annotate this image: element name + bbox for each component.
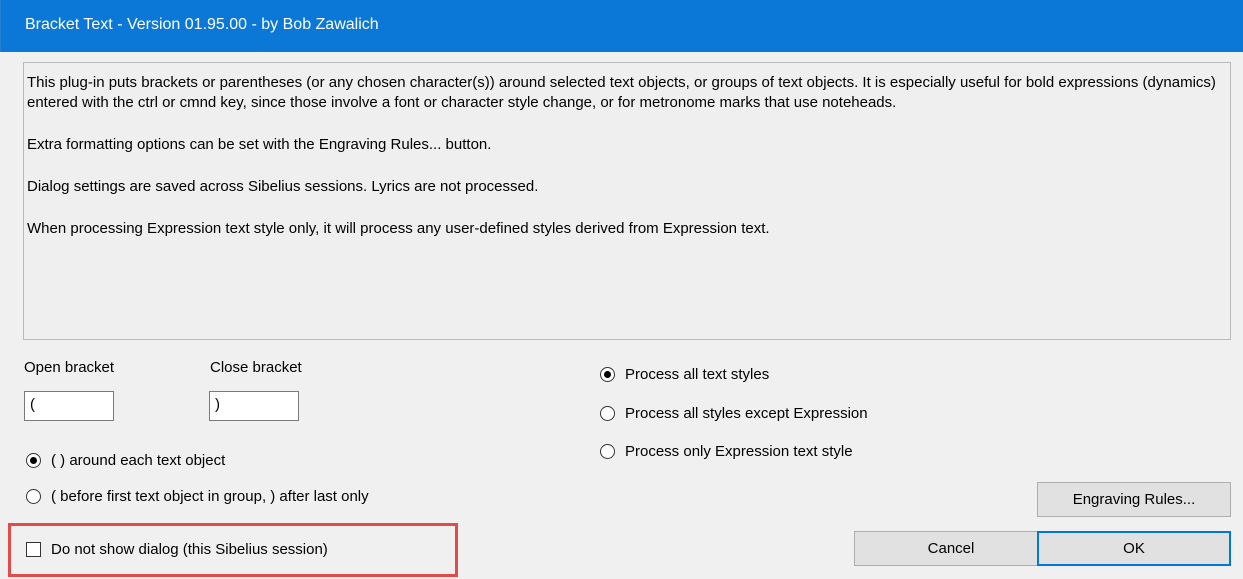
window-title: Bracket Text - Version 01.95.00 - by Bob…	[25, 16, 379, 33]
radio-before-first-after-last[interactable]: ( before first text object in group, ) a…	[26, 488, 369, 505]
radio-button[interactable]	[600, 406, 615, 421]
cancel-button[interactable]: Cancel	[854, 531, 1048, 566]
do-not-show-dialog-checkbox[interactable]	[26, 542, 41, 557]
engraving-rules-button[interactable]: Engraving Rules...	[1037, 482, 1231, 517]
do-not-show-dialog-option[interactable]: Do not show dialog (this Sibelius sessio…	[26, 541, 328, 558]
do-not-show-dialog-label: Do not show dialog (this Sibelius sessio…	[51, 541, 328, 558]
close-bracket-label: Close bracket	[210, 359, 302, 376]
radio-before-first-label: ( before first text object in group, ) a…	[51, 488, 369, 505]
description-paragraph-4: When processing Expression text style on…	[27, 220, 770, 237]
radio-only-expression[interactable]: Process only Expression text style	[600, 443, 853, 460]
description-box: This plug-in puts brackets or parenthese…	[23, 62, 1231, 340]
open-bracket-label: Open bracket	[24, 359, 115, 376]
open-bracket-input[interactable]: (	[24, 391, 114, 421]
description-paragraph-2: Extra formatting options can be set with…	[27, 136, 492, 153]
radio-around-each[interactable]: ( ) around each text object	[26, 452, 225, 469]
radio-button-selected[interactable]	[26, 453, 41, 468]
radio-except-expression[interactable]: Process all styles except Expression	[600, 405, 868, 422]
ok-button[interactable]: OK	[1037, 531, 1231, 566]
radio-button-selected[interactable]	[600, 367, 615, 382]
radio-all-styles[interactable]: Process all text styles	[600, 366, 769, 383]
radio-around-each-label: ( ) around each text object	[51, 452, 226, 469]
radio-button[interactable]	[26, 489, 41, 504]
title-bar[interactable]: Bracket Text - Version 01.95.00 - by Bob…	[0, 0, 1243, 52]
description-paragraph-3: Dialog settings are saved across Sibeliu…	[27, 178, 539, 195]
radio-button[interactable]	[600, 444, 615, 459]
description-paragraph-1: This plug-in puts brackets or parenthese…	[27, 74, 1216, 111]
close-bracket-input[interactable]: )	[209, 391, 299, 421]
radio-all-styles-label: Process all text styles	[625, 366, 770, 383]
radio-except-expression-label: Process all styles except Expression	[625, 405, 868, 422]
radio-only-expression-label: Process only Expression text style	[625, 443, 853, 460]
